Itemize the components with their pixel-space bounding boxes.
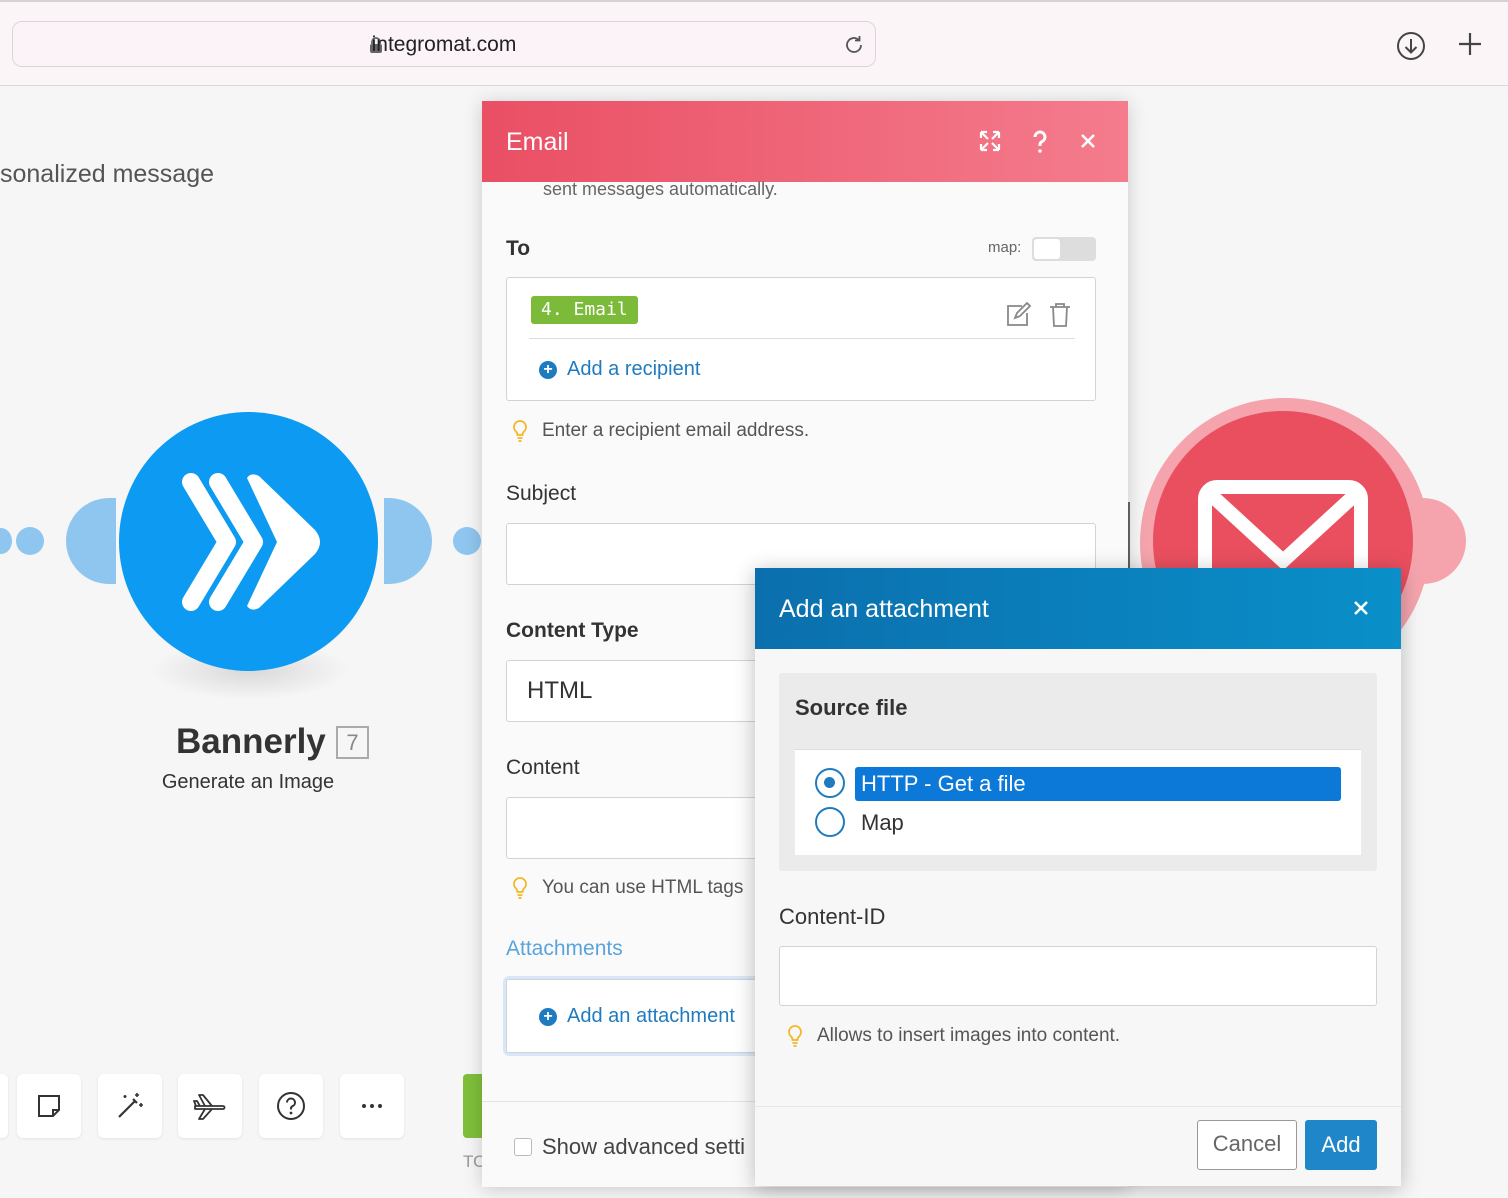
content-id-hint: Allows to insert images into content.	[787, 1024, 1120, 1048]
toolbar-cut-button[interactable]	[0, 1074, 8, 1138]
download-icon[interactable]	[1395, 30, 1427, 62]
dialog-header: Add an attachment	[755, 568, 1401, 649]
content-id-input[interactable]	[779, 946, 1377, 1006]
source-file-options: HTTP - Get a file Map	[795, 749, 1361, 855]
ellipsis-icon	[362, 1104, 382, 1108]
bannerly-logo-icon	[182, 473, 320, 611]
description-text: sent messages automatically.	[543, 179, 778, 199]
lightbulb-icon	[513, 420, 527, 442]
module-connector-right	[1404, 498, 1466, 584]
connector-dot	[453, 527, 481, 555]
dialog-title: Email	[506, 128, 569, 156]
lightbulb-icon	[513, 877, 527, 899]
source-file-label: Source file	[795, 695, 908, 720]
browser-toolbar: integromat.com	[0, 0, 1508, 86]
content-hint: You can use HTML tags	[512, 876, 743, 900]
auto-align-button[interactable]	[98, 1074, 162, 1138]
plus-icon: +	[539, 1007, 557, 1026]
help-icon[interactable]	[1028, 129, 1052, 153]
option-http-get-file[interactable]: HTTP - Get a file	[861, 771, 1026, 797]
maximize-icon[interactable]	[978, 129, 1002, 153]
magic-wand-icon	[118, 1093, 143, 1118]
module-connector-right	[384, 498, 432, 584]
add-attachment-button[interactable]: + Add an attachment	[539, 1005, 735, 1028]
advanced-settings-checkbox[interactable]	[514, 1138, 532, 1156]
module-name: Bannerly	[176, 722, 326, 761]
address-bar[interactable]: integromat.com	[12, 21, 876, 67]
map-label: map:	[988, 239, 1022, 256]
module-id-badge: 7	[336, 726, 369, 759]
bannerly-module[interactable]	[119, 412, 378, 671]
cancel-button[interactable]: Cancel	[1197, 1120, 1297, 1170]
note-icon	[38, 1095, 60, 1117]
content-label: Content	[506, 756, 580, 779]
airplane-icon	[193, 1094, 226, 1120]
content-id-label: Content-ID	[779, 904, 886, 929]
source-file-panel: Source file HTTP - Get a file Map	[779, 673, 1377, 871]
dialog-title: Add an attachment	[779, 595, 989, 623]
help-button[interactable]	[259, 1074, 323, 1138]
url-text: integromat.com	[371, 33, 517, 56]
lightbulb-icon	[788, 1025, 802, 1047]
explain-flow-button[interactable]	[178, 1074, 242, 1138]
dialog-header: Email	[482, 101, 1128, 182]
close-icon[interactable]	[1351, 598, 1371, 618]
close-icon[interactable]	[1078, 131, 1098, 151]
scenario-description-text: sonalized message	[0, 160, 215, 188]
option-map[interactable]: Map	[861, 810, 904, 836]
edit-icon[interactable]	[1005, 302, 1033, 328]
content-type-label: Content Type	[506, 619, 639, 642]
add-recipient-button[interactable]: + Add a recipient	[539, 358, 700, 381]
notes-button[interactable]	[17, 1074, 81, 1138]
radio-http-get-file[interactable]	[815, 768, 845, 798]
connector-dot	[16, 527, 44, 555]
to-hint: Enter a recipient email address.	[512, 419, 809, 443]
new-tab-icon[interactable]	[1456, 30, 1484, 58]
add-attachment-dialog: Add an attachment Source file HTTP - Get…	[755, 568, 1401, 1186]
help-circle-icon	[277, 1092, 305, 1120]
advanced-settings-label[interactable]: Show advanced setti	[542, 1134, 745, 1160]
more-button[interactable]	[340, 1074, 404, 1138]
to-label: To	[506, 237, 531, 260]
radio-map[interactable]	[815, 807, 845, 837]
recipients-box: 4. Email + Add a recipient	[506, 277, 1096, 401]
add-button[interactable]: Add	[1305, 1120, 1377, 1170]
trash-icon[interactable]	[1048, 302, 1072, 328]
module-connector-left	[66, 498, 116, 584]
map-toggle[interactable]	[1032, 237, 1096, 261]
connector-dot	[0, 528, 12, 554]
reload-icon[interactable]	[843, 34, 865, 56]
subject-label: Subject	[506, 482, 577, 505]
module-action: Generate an Image	[161, 771, 335, 793]
attachments-label[interactable]: Attachments	[506, 937, 623, 961]
plus-icon: +	[539, 360, 557, 379]
mapped-email-pill[interactable]: 4. Email	[531, 296, 638, 324]
